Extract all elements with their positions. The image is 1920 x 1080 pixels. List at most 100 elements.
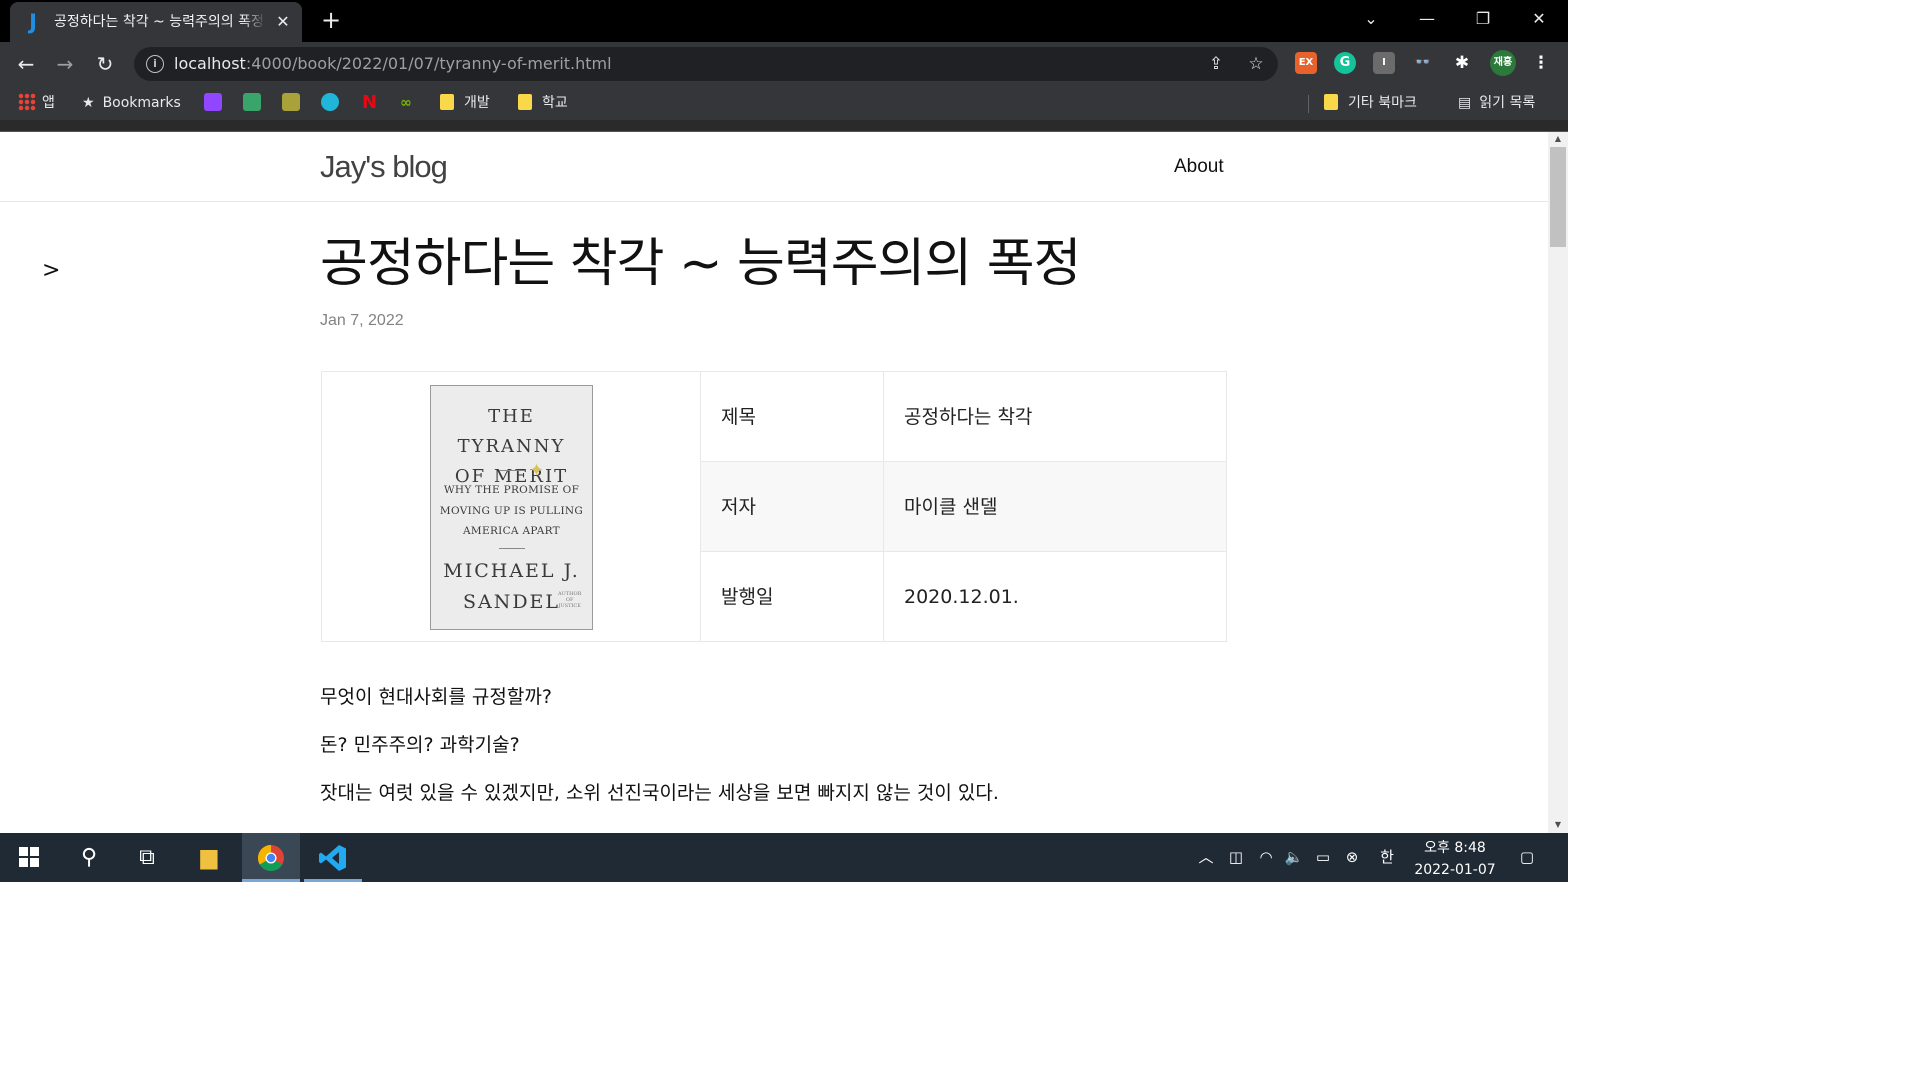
close-tab-icon[interactable]: ✕: [274, 13, 292, 31]
minimize-icon[interactable]: —: [1410, 6, 1444, 32]
reading-list-label: 읽기 목록: [1479, 95, 1536, 111]
tray-app-icon[interactable]: ◫: [1226, 847, 1246, 867]
content-top-border: [0, 120, 1568, 132]
search-icon[interactable]: ⚲: [60, 833, 118, 882]
windows-logo-icon: [19, 847, 39, 867]
bookmark-folder-dev[interactable]: 개발: [440, 93, 490, 113]
site-header: Jay's blog About: [0, 132, 1548, 202]
cover-title: THE TYRANNY OF MERIT: [454, 406, 569, 487]
post-title: 공정하다는 착각 ~ 능력주의의 폭정: [320, 234, 1081, 294]
url-host: localhost: [174, 54, 246, 73]
clock-date[interactable]: 2022-01-07: [1410, 861, 1500, 879]
info-label: 저자: [701, 462, 884, 551]
back-icon[interactable]: ←: [13, 51, 39, 77]
info-icon[interactable]: i: [146, 55, 164, 73]
restore-icon[interactable]: ❐: [1466, 6, 1500, 32]
extension-ex-icon[interactable]: EX: [1295, 52, 1317, 74]
info-label: 제목: [701, 372, 884, 461]
table-row: 저자 마이클 샌델: [701, 462, 1226, 552]
bookmark-site[interactable]: [282, 93, 306, 113]
info-value: 마이클 샌델: [904, 496, 998, 518]
scroll-down-icon[interactable]: ▼: [1552, 818, 1564, 832]
reading-list[interactable]: ▤ 읽기 목록: [1458, 93, 1535, 113]
cover-rule: [499, 470, 525, 471]
bookmark-label: 학교: [542, 95, 568, 111]
tab-strip: J 공정하다는 착각 ~ 능력주의의 폭정 ✕ + ⌄ — ❐ ✕: [0, 0, 1568, 42]
browser-tab[interactable]: J 공정하다는 착각 ~ 능력주의의 폭정 ✕: [10, 2, 302, 42]
file-explorer-icon[interactable]: ▆: [180, 833, 238, 882]
site-icon: [243, 93, 261, 111]
bookmark-bookmarks[interactable]: ★ Bookmarks: [82, 93, 181, 113]
info-value: 2020.12.01.: [904, 586, 1019, 608]
bookmark-apps[interactable]: 앱: [18, 93, 55, 113]
site-icon: ∞: [400, 95, 412, 111]
info-value: 공정하다는 착각: [904, 406, 1033, 428]
cover-subtitle: WHY THE PROMISE OF MOVING UP IS PULLING …: [439, 484, 584, 537]
scroll-thumb[interactable]: [1550, 147, 1566, 247]
bookmark-site[interactable]: [321, 93, 345, 113]
cover-cell: THE TYRANNY OF MERIT ✦ WHY THE PROMISE O…: [322, 372, 701, 641]
folder-icon: [518, 94, 532, 110]
divider: [1308, 95, 1309, 113]
address-bar[interactable]: i localhost:4000/book/2022/01/07/tyranny…: [134, 47, 1278, 81]
table-row: 제목 공정하다는 착각: [701, 372, 1226, 462]
chrome-icon: [257, 844, 284, 872]
vscode-taskbar-icon[interactable]: [304, 833, 362, 882]
bookmark-twitch[interactable]: [204, 93, 228, 113]
bookmark-site[interactable]: [243, 93, 267, 113]
task-view-icon[interactable]: ⧉: [118, 833, 176, 882]
other-bookmarks[interactable]: 기타 북마크: [1324, 93, 1417, 113]
clock-time[interactable]: 오후 8:48: [1410, 839, 1500, 857]
book-cover-image: THE TYRANNY OF MERIT ✦ WHY THE PROMISE O…: [430, 385, 593, 630]
share-icon[interactable]: ⇪: [1206, 54, 1226, 74]
post-paragraph: 잣대는 여럿 있을 수 있겠지만, 소위 선진국이라는 세상을 보면 빠지지 않…: [320, 782, 999, 804]
wifi-icon[interactable]: ◠: [1256, 847, 1276, 867]
blog-favicon-icon: J: [29, 10, 37, 34]
netflix-icon: N: [362, 92, 378, 113]
scroll-up-icon[interactable]: ▲: [1552, 132, 1564, 146]
extensions-puzzle-icon[interactable]: ✱: [1451, 52, 1473, 74]
page-scrollbar[interactable]: ▲ ▼: [1548, 132, 1568, 833]
vscode-icon: [319, 845, 346, 871]
bookmark-label: Bookmarks: [102, 95, 181, 111]
battery-icon[interactable]: ▭: [1312, 847, 1334, 867]
bookmark-site[interactable]: ∞: [400, 93, 412, 113]
table-row: 발행일 2020.12.01.: [701, 552, 1226, 642]
grammarly-icon[interactable]: G: [1334, 52, 1356, 74]
star-icon: ★: [82, 95, 95, 111]
notifications-icon[interactable]: ▢: [1516, 847, 1538, 867]
volume-icon[interactable]: 🔈: [1284, 847, 1304, 867]
extension-i-icon[interactable]: I: [1373, 52, 1395, 74]
start-button[interactable]: [0, 833, 58, 882]
close-window-icon[interactable]: ✕: [1522, 6, 1556, 32]
bookmark-netflix[interactable]: N: [362, 93, 377, 113]
url-text[interactable]: localhost:4000/book/2022/01/07/tyranny-o…: [174, 54, 612, 74]
browser-toolbar: ← → ↻ i localhost:4000/book/2022/01/07/t…: [0, 42, 1568, 86]
bookmark-label: 개발: [464, 95, 490, 111]
site-icon: [321, 93, 339, 111]
cover-badge: AUTHOR OF JUSTICE: [558, 591, 582, 609]
toc-toggle-button[interactable]: >: [42, 258, 60, 283]
tab-search-icon[interactable]: ⌄: [1354, 6, 1388, 32]
profile-avatar[interactable]: 재홍: [1490, 50, 1516, 76]
new-tab-icon[interactable]: +: [318, 7, 344, 33]
bookmark-label: 앱: [42, 95, 55, 111]
tray-chevron-icon[interactable]: ︿: [1196, 847, 1216, 867]
bookmark-star-icon[interactable]: ☆: [1246, 54, 1266, 74]
reading-list-icon: ▤: [1458, 95, 1472, 111]
forward-icon[interactable]: →: [52, 51, 78, 77]
site-title-link[interactable]: Jay's blog: [320, 149, 448, 185]
ime-indicator[interactable]: 한: [1376, 847, 1398, 867]
bookmark-folder-school[interactable]: 학교: [518, 93, 568, 113]
glasses-icon[interactable]: 👓: [1412, 52, 1434, 74]
windows-taskbar: ⚲ ⧉ ▆ ︿ ◫ ◠ 🔈 ▭ ⊗ 한 오후 8:48 2022-01-07 ▢: [0, 833, 1568, 882]
menu-kebab-icon[interactable]: ⋮: [1530, 52, 1552, 74]
chrome-taskbar-icon[interactable]: [242, 833, 300, 882]
network-error-icon[interactable]: ⊗: [1342, 847, 1362, 867]
cover-rule: [499, 548, 525, 549]
page-viewport: Jay's blog About > 공정하다는 착각 ~ 능력주의의 폭정 J…: [0, 132, 1548, 833]
bookmarks-bar: 앱 ★ Bookmarks N ∞ 개발 학교 기타 북마크 ▤ 읽기 목록: [0, 86, 1568, 120]
nav-about-link[interactable]: About: [1174, 156, 1224, 178]
post-paragraph: 돈? 민주주의? 과학기술?: [320, 734, 520, 756]
reload-icon[interactable]: ↻: [92, 51, 118, 77]
